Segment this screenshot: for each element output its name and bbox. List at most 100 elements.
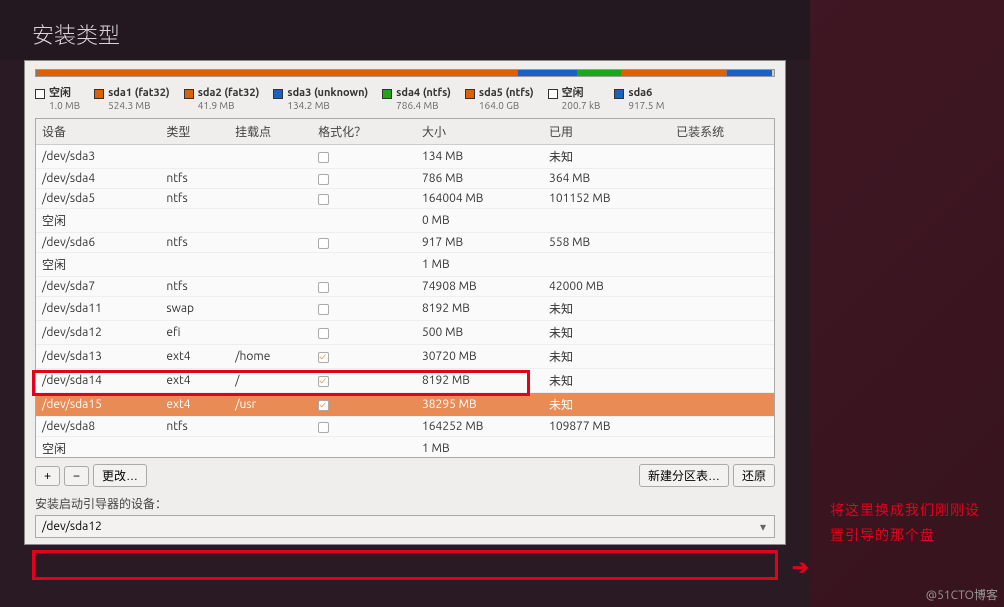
bootloader-label: 安装启动引导器的设备： (35, 495, 775, 512)
usage-segment (727, 70, 771, 76)
table-row[interactable]: 空闲1 MB (36, 437, 774, 459)
table-cell: 未知 (543, 297, 670, 321)
partition-table: 设备类型挂载点格式化？大小已用已装系统 /dev/sda3134 MB未知/de… (36, 119, 774, 458)
table-cell (312, 297, 416, 321)
legend-text: 空闲200.7 kB (562, 87, 601, 112)
legend-swatch (548, 89, 558, 99)
table-cell: efi (160, 321, 229, 345)
new-partition-table-button[interactable]: 新建分区表… (639, 464, 729, 487)
table-cell (160, 209, 229, 233)
table-cell (543, 253, 670, 277)
table-cell: /home (229, 345, 312, 369)
legend-row: 空闲1.0 MBsda1 (fat32)524.3 MBsda2 (fat32)… (35, 83, 775, 118)
annotation-text: 将这里换成我们刚刚设置引导的那个盘 (830, 498, 990, 548)
table-cell (160, 437, 229, 459)
format-checkbox[interactable] (318, 152, 329, 163)
table-cell: 未知 (543, 393, 670, 417)
table-row[interactable]: /dev/sda15ext4/usr38295 MB未知 (36, 393, 774, 417)
column-header[interactable]: 挂载点 (229, 119, 312, 145)
table-cell: 8192 MB (416, 297, 543, 321)
partition-table-container[interactable]: 设备类型挂载点格式化？大小已用已装系统 /dev/sda3134 MB未知/de… (35, 118, 775, 458)
table-cell: /dev/sda15 (36, 393, 160, 417)
column-header[interactable]: 类型 (160, 119, 229, 145)
legend-item: 空闲200.7 kB (548, 87, 601, 112)
table-cell: 164004 MB (416, 189, 543, 209)
table-cell (312, 321, 416, 345)
legend-swatch (465, 89, 475, 99)
table-cell (312, 145, 416, 169)
legend-text: sda4 (ntfs)786.4 MB (396, 87, 451, 112)
table-row[interactable]: /dev/sda5ntfs164004 MB101152 MB (36, 189, 774, 209)
table-row[interactable]: /dev/sda6ntfs917 MB558 MB (36, 233, 774, 253)
table-cell (229, 189, 312, 209)
legend-item: 空闲1.0 MB (35, 87, 80, 112)
table-row[interactable]: /dev/sda3134 MB未知 (36, 145, 774, 169)
table-cell (670, 297, 774, 321)
table-cell: /dev/sda13 (36, 345, 160, 369)
legend-item: sda1 (fat32)524.3 MB (94, 87, 170, 112)
bootloader-value: /dev/sda12 (42, 520, 102, 533)
table-row[interactable]: /dev/sda14ext4/8192 MB未知 (36, 369, 774, 393)
table-cell: 101152 MB (543, 189, 670, 209)
table-row[interactable]: 空闲1 MB (36, 253, 774, 277)
bootloader-select[interactable]: /dev/sda12 (35, 515, 775, 538)
table-cell: swap (160, 297, 229, 321)
column-header[interactable]: 大小 (416, 119, 543, 145)
table-cell: 917 MB (416, 233, 543, 253)
column-header[interactable]: 设备 (36, 119, 160, 145)
column-header[interactable]: 已装系统 (670, 119, 774, 145)
table-cell (229, 209, 312, 233)
revert-button[interactable]: 还原 (733, 464, 775, 487)
table-cell (670, 145, 774, 169)
table-cell: /usr (229, 393, 312, 417)
table-cell: 38295 MB (416, 393, 543, 417)
page-title: 安装类型 (32, 18, 778, 50)
remove-button[interactable]: − (64, 466, 89, 486)
table-cell (229, 297, 312, 321)
format-checkbox[interactable] (318, 422, 329, 433)
table-body: /dev/sda3134 MB未知/dev/sda4ntfs786 MB364 … (36, 145, 774, 459)
usage-segment (577, 70, 621, 76)
installer-screen: 安装类型 空闲1.0 MBsda1 (fat32)524.3 MBsda2 (f… (0, 0, 810, 607)
add-button[interactable]: + (35, 466, 60, 486)
table-cell: 42000 MB (543, 277, 670, 297)
table-cell (312, 169, 416, 189)
table-cell: ntfs (160, 417, 229, 437)
format-checkbox[interactable] (318, 238, 329, 249)
table-cell: 786 MB (416, 169, 543, 189)
table-cell (312, 209, 416, 233)
table-cell (160, 145, 229, 169)
format-checkbox[interactable] (318, 376, 329, 387)
table-cell (229, 253, 312, 277)
table-cell (670, 369, 774, 393)
format-checkbox[interactable] (318, 352, 329, 363)
format-checkbox[interactable] (318, 174, 329, 185)
format-checkbox[interactable] (318, 400, 329, 411)
table-cell: /dev/sda14 (36, 369, 160, 393)
format-checkbox[interactable] (318, 194, 329, 205)
table-cell: ntfs (160, 277, 229, 297)
table-header-row: 设备类型挂载点格式化？大小已用已装系统 (36, 119, 774, 145)
legend-item: sda5 (ntfs)164.0 GB (465, 87, 534, 112)
table-cell: /dev/sda11 (36, 297, 160, 321)
format-checkbox[interactable] (318, 328, 329, 339)
table-cell: 109877 MB (543, 417, 670, 437)
usage-segment (621, 70, 724, 76)
table-row[interactable]: /dev/sda8ntfs164252 MB109877 MB (36, 417, 774, 437)
table-cell: ntfs (160, 233, 229, 253)
table-cell: 未知 (543, 369, 670, 393)
table-row[interactable]: /dev/sda12efi500 MB未知 (36, 321, 774, 345)
table-cell (312, 417, 416, 437)
format-checkbox[interactable] (318, 282, 329, 293)
change-button[interactable]: 更改… (93, 464, 147, 487)
table-row[interactable]: /dev/sda7ntfs74908 MB42000 MB (36, 277, 774, 297)
table-row[interactable]: /dev/sda11swap 8192 MB未知 (36, 297, 774, 321)
table-cell (543, 437, 670, 459)
column-header[interactable]: 已用 (543, 119, 670, 145)
column-header[interactable]: 格式化？ (312, 119, 416, 145)
table-row[interactable]: /dev/sda4ntfs786 MB364 MB (36, 169, 774, 189)
table-row[interactable]: /dev/sda13ext4/home30720 MB未知 (36, 345, 774, 369)
format-checkbox[interactable] (318, 304, 329, 315)
table-row[interactable]: 空闲0 MB (36, 209, 774, 233)
table-cell: 364 MB (543, 169, 670, 189)
